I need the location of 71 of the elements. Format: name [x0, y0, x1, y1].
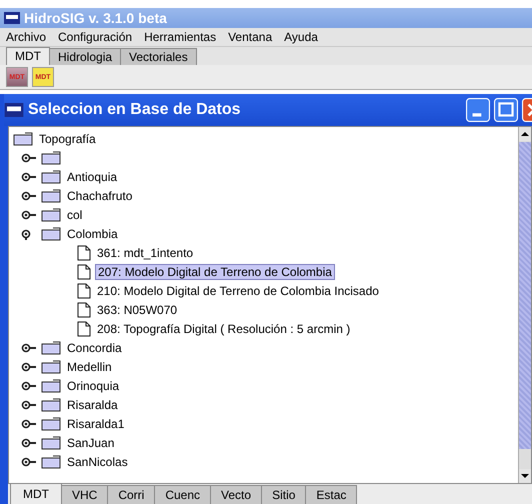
tree-item[interactable]: SanJuan: [65, 436, 116, 450]
document-icon: [77, 244, 91, 260]
tree-item[interactable]: Risaralda: [65, 398, 120, 412]
folder-icon: [41, 188, 61, 202]
maximize-icon[interactable]: [494, 98, 518, 122]
tree-item[interactable]: 207: Modelo Digital de Terreno de Colombia: [95, 264, 335, 280]
tree-item[interactable]: Antioquia: [65, 170, 120, 184]
menu-item[interactable]: Ventana: [228, 30, 272, 44]
tree-item[interactable]: Medellin: [65, 360, 114, 374]
tab[interactable]: Hidrologia: [49, 48, 122, 65]
expand-handle-icon[interactable]: [21, 398, 37, 410]
folder-icon: [13, 132, 33, 146]
document-icon: [77, 264, 91, 280]
document-icon: [77, 302, 91, 318]
expand-handle-icon[interactable]: [21, 342, 37, 354]
folder-icon: [41, 454, 61, 468]
menu-item[interactable]: Herramientas: [144, 30, 216, 44]
expand-handle-icon[interactable]: [21, 190, 37, 202]
folder-icon: [41, 170, 61, 184]
expand-handle-icon[interactable]: [21, 170, 37, 182]
tree-item[interactable]: Colombia: [65, 226, 120, 240]
folder-icon: [41, 340, 61, 354]
folder-icon: [41, 378, 61, 392]
tab[interactable]: VHC: [61, 485, 108, 504]
expand-handle-icon[interactable]: [21, 360, 37, 372]
tree-item[interactable]: col: [65, 208, 84, 222]
tree-item[interactable]: 208: Topografía Digital ( Resolución : 5 arcmin ): [95, 322, 352, 336]
tree-item[interactable]: 363: N05W070: [95, 302, 180, 316]
tree-item[interactable]: 210: Modelo Digital de Terreno de Colombia Incisado: [95, 284, 381, 298]
folder-icon: [41, 226, 61, 240]
menu-item[interactable]: Ayuda: [284, 30, 318, 44]
document-icon: [77, 282, 91, 298]
expand-handle-icon[interactable]: [21, 208, 37, 220]
tab[interactable]: Sitio: [261, 485, 306, 504]
menu-item[interactable]: Configuración: [58, 30, 132, 44]
expand-handle-icon[interactable]: [21, 418, 37, 430]
tab[interactable]: Corri: [107, 485, 156, 504]
folder-icon: [41, 150, 61, 164]
scroll-up-icon[interactable]: [519, 127, 531, 141]
expand-handle-icon[interactable]: [21, 456, 37, 468]
tree-item[interactable]: 361: mdt_1intento: [95, 246, 196, 260]
dialog-title: Seleccion en Base de Datos: [28, 101, 242, 119]
folder-icon: [41, 436, 61, 450]
folder-icon: [41, 360, 61, 374]
tab[interactable]: Vectoriales: [120, 48, 197, 65]
tab[interactable]: Cuenc: [154, 485, 212, 504]
tab[interactable]: Vecto: [210, 485, 262, 504]
app-logo-icon: [4, 12, 20, 24]
app-logo-icon: [4, 103, 24, 117]
expand-handle-icon[interactable]: [21, 436, 37, 448]
folder-icon: [41, 398, 61, 412]
tab[interactable]: MDT: [6, 47, 50, 65]
scroll-thumb[interactable]: [519, 142, 531, 449]
tree-item[interactable]: Orinoquia: [65, 378, 122, 392]
expand-handle-icon[interactable]: [21, 152, 37, 164]
scroll-down-icon[interactable]: [519, 469, 531, 483]
tree-item[interactable]: Concordia: [65, 340, 124, 354]
window-title: HidroSIG v. 3.1.0 beta: [24, 10, 167, 26]
folder-icon: [41, 208, 61, 222]
scrollbar[interactable]: [518, 127, 531, 483]
tree-item[interactable]: Topografía: [37, 132, 98, 146]
tree-item[interactable]: Risaralda1: [65, 416, 126, 430]
tree-item[interactable]: SanNicolas: [65, 454, 130, 468]
tab[interactable]: Estac: [305, 485, 358, 504]
folder-icon: [41, 416, 61, 430]
document-icon: [77, 320, 91, 336]
minimize-icon[interactable]: [466, 98, 490, 122]
expand-handle-icon[interactable]: [21, 380, 37, 392]
tree-item[interactable]: Chachafruto: [65, 188, 134, 202]
menu-item[interactable]: Archivo: [6, 30, 46, 44]
tab[interactable]: MDT: [10, 483, 62, 504]
